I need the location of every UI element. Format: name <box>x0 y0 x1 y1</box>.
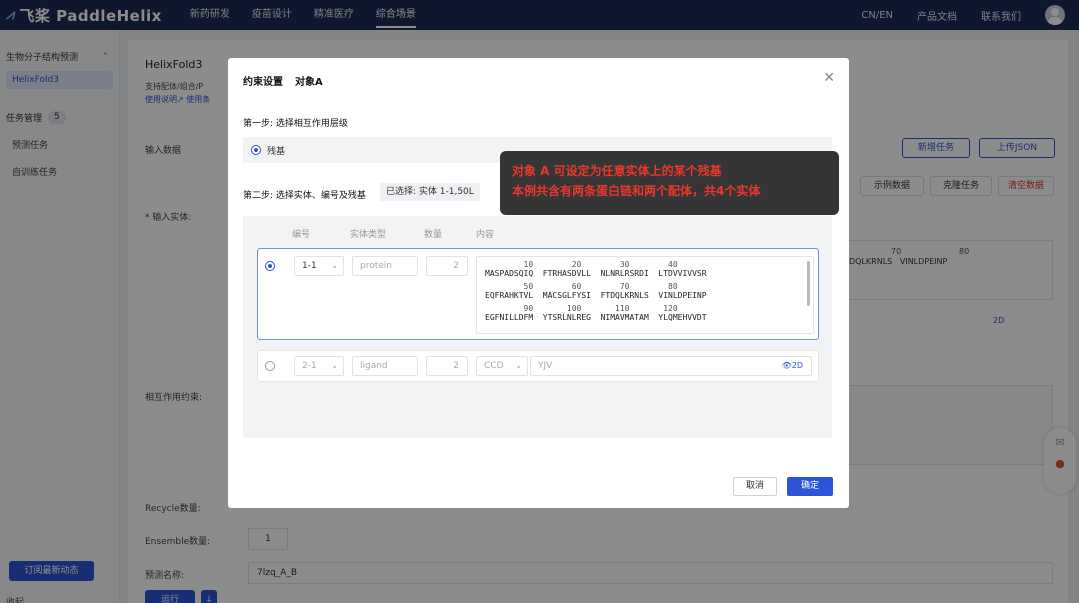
eye-icon[interactable]: 👁2D <box>782 357 803 375</box>
col-id: 编号 <box>292 230 311 240</box>
chevron-down-icon: ⌄ <box>331 261 338 270</box>
chevron-down-icon: ⌄ <box>331 361 338 370</box>
entity1-type: protein <box>352 256 418 276</box>
entity1-count: 2 <box>426 256 468 276</box>
entity-panel: 编号 实体类型 数量 内容 1-1 ⌄ protein 2 10 20 30 40… <box>243 216 832 438</box>
col-content: 内容 <box>476 230 495 240</box>
scrollbar[interactable] <box>807 261 810 306</box>
entity1-radio[interactable] <box>265 261 275 271</box>
step1-label: 第一步: 选择相互作用层级 <box>243 119 348 129</box>
entity1-sequence[interactable]: 10 20 30 40 MASPADSQIQ FTRHASDVLL NLNRLR… <box>476 256 814 334</box>
entity2-radio[interactable] <box>265 361 275 371</box>
entity2-id-select[interactable]: 2-1 ⌄ <box>294 356 344 376</box>
chevron-down-icon: ⌄ <box>515 361 522 370</box>
step2-label: 第二步: 选择实体、编号及残基 <box>243 191 366 201</box>
entity-row-1[interactable]: 1-1 ⌄ protein 2 10 20 30 40 MASPADSQIQ FT… <box>257 248 819 340</box>
ok-button[interactable]: 确定 <box>787 477 833 496</box>
level-residue: 残基 <box>267 146 286 157</box>
col-type: 实体类型 <box>350 230 387 240</box>
close-icon[interactable]: ✕ <box>823 70 835 86</box>
radio-icon[interactable] <box>251 145 261 155</box>
col-count: 数量 <box>424 230 443 240</box>
modal-title: 约束设置 对象A <box>243 77 323 88</box>
entity2-count: 2 <box>426 356 468 376</box>
tip-line-1: 对象 A 可设定为任意实体上的某个残基 <box>512 164 722 178</box>
annotation-tooltip: 对象 A 可设定为任意实体上的某个残基 本例共含有两条蛋白链和两个配体，共4个实… <box>500 151 839 215</box>
selected-tag: 已选择: 实体 1-1,50L <box>380 183 480 201</box>
tip-line-2: 本例共含有两条蛋白链和两个配体，共4个实体 <box>512 184 761 198</box>
entity2-content[interactable]: YJV 👁2D <box>530 356 812 376</box>
entity2-type: ligand <box>352 356 418 376</box>
entity-row-2[interactable]: 2-1 ⌄ ligand 2 CCD ⌄ YJV 👁2D <box>257 350 819 382</box>
entity1-id-select[interactable]: 1-1 ⌄ <box>294 256 344 276</box>
constraint-modal: 约束设置 对象A ✕ 第一步: 选择相互作用层级 残基 第二步: 选择实体、编号及… <box>228 58 849 508</box>
cancel-button[interactable]: 取消 <box>733 477 777 496</box>
entity2-format-select[interactable]: CCD ⌄ <box>476 356 528 376</box>
